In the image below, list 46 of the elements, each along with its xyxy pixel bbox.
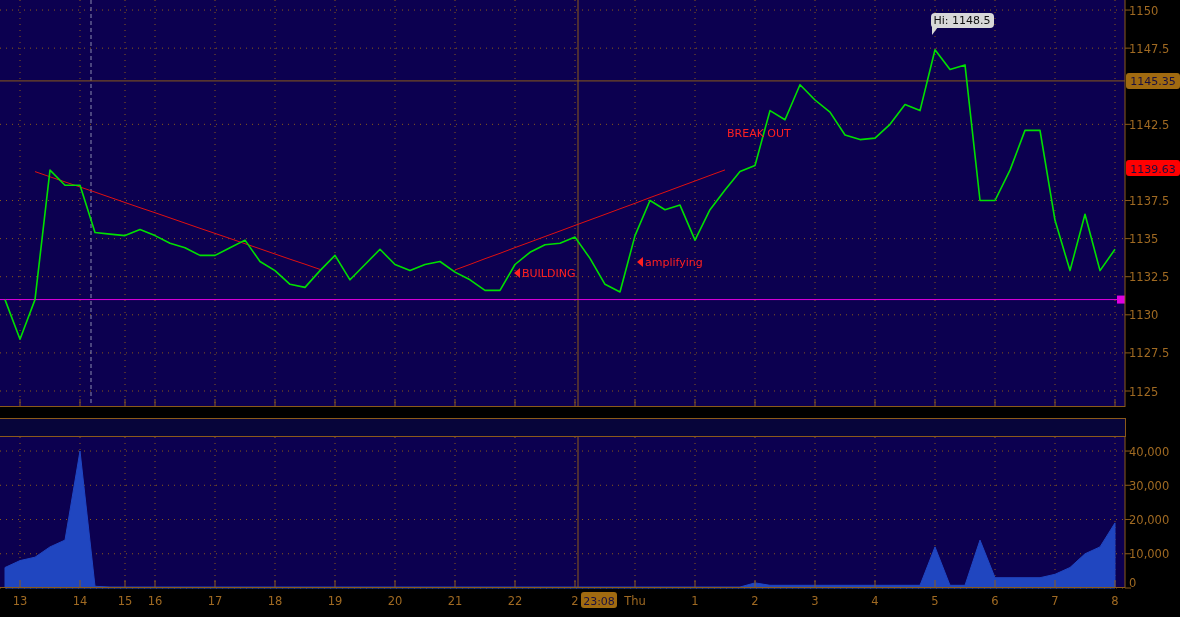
axis-label: 3 xyxy=(811,594,819,608)
axis-label: 1135 xyxy=(1129,232,1159,247)
axis-label: 2 xyxy=(571,594,579,608)
time-tag: 23:08 xyxy=(581,592,617,608)
axis-label: 1142.5 xyxy=(1129,117,1170,132)
axis-label: 30,000 xyxy=(1129,478,1170,493)
axis-label: 0 xyxy=(1129,576,1137,590)
axis-label: 21 xyxy=(447,594,463,608)
axis-label: 14 xyxy=(72,594,88,608)
axis-label: Thu xyxy=(624,594,646,608)
chart-annotation: BUILDING xyxy=(522,266,576,280)
axis-label: 2 xyxy=(751,594,759,608)
axis-label: 20 xyxy=(387,594,403,608)
axis-label: 1147.5 xyxy=(1129,41,1170,56)
axis-label: 15 xyxy=(117,594,133,608)
high-price-callout: Hi: 1148.5 xyxy=(931,12,994,35)
axis-label: 4 xyxy=(871,594,879,608)
axis-label: 5 xyxy=(931,594,939,608)
chart-annotation: BREAK OUT xyxy=(727,127,791,141)
price-tag: 1145.35 xyxy=(1126,72,1180,89)
axis-label: 10,000 xyxy=(1129,547,1170,562)
axis-label: 16 xyxy=(147,594,163,608)
axis-label: 13 xyxy=(12,594,28,608)
level-marker-icon xyxy=(1117,295,1125,304)
last-price-tag: 1139.63 xyxy=(1126,160,1180,177)
axis-label: 18 xyxy=(267,594,283,608)
axis-label: 7 xyxy=(1051,594,1059,608)
annotation: Hi: 1148.5 xyxy=(933,14,991,28)
axis-label: 19 xyxy=(327,594,343,608)
axis-label: 1150 xyxy=(1129,3,1159,18)
axis-label: 1130 xyxy=(1129,308,1159,323)
axis-label: 8 xyxy=(1111,594,1119,608)
axis-label: 1 xyxy=(691,594,699,608)
axis-label: 6 xyxy=(991,594,999,608)
axis-label: 17 xyxy=(207,594,223,608)
axis-label: 40,000 xyxy=(1129,444,1170,459)
axis-label: 1137.5 xyxy=(1129,194,1170,209)
axis-label: 1132.5 xyxy=(1129,270,1170,285)
triangle-marker-icon xyxy=(514,267,520,278)
triangle-marker-icon xyxy=(637,256,643,267)
axis-label: 22 xyxy=(507,594,523,608)
axis-label: 1127.5 xyxy=(1129,346,1170,361)
axis-label: 20,000 xyxy=(1129,513,1170,527)
axis-label: 1125 xyxy=(1129,384,1159,399)
ref-line-label: 1145.35 xyxy=(1130,75,1176,89)
chart-annotation: amplifying xyxy=(645,255,703,269)
